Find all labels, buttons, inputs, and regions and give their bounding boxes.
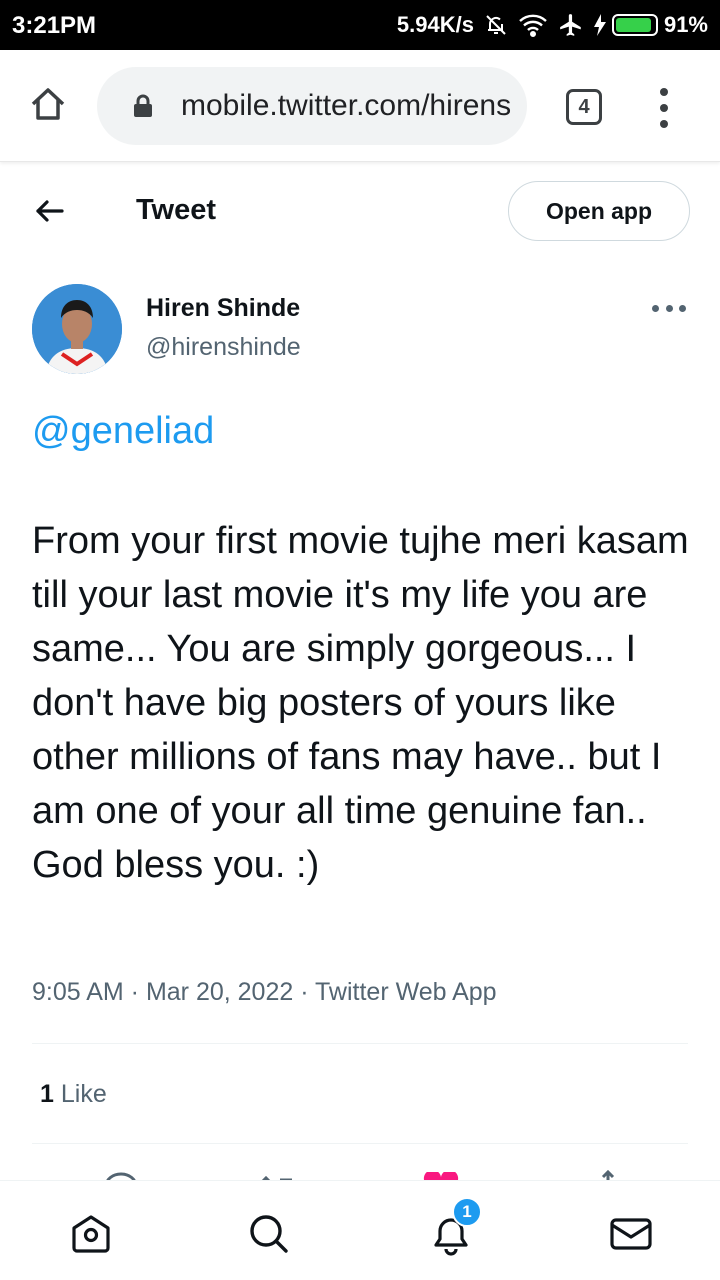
airplane-icon [558, 12, 584, 38]
url-bar[interactable]: mobile.twitter.com/hirenshinde [97, 67, 527, 145]
search-icon [250, 1215, 288, 1253]
like-count-link[interactable]: 1 Like [40, 1080, 107, 1109]
divider [32, 1143, 688, 1144]
nav-search[interactable] [246, 1211, 292, 1257]
browser-menu-button[interactable] [656, 88, 672, 128]
bottom-navigation: 1 [0, 1180, 720, 1280]
status-bar: 3:21PM 5.94K/s 91% [0, 0, 720, 50]
network-speed: 5.94K/s [396, 12, 474, 37]
wifi-icon [518, 13, 548, 37]
battery-percent: 91% [663, 12, 708, 37]
battery-fill [615, 18, 651, 32]
tab-switcher-button[interactable]: 4 [566, 89, 602, 125]
nav-messages[interactable] [608, 1211, 654, 1257]
nav-home[interactable] [68, 1211, 114, 1257]
avatar[interactable] [32, 284, 122, 374]
status-icons: 5.94K/s 91% [397, 10, 708, 40]
divider [32, 1043, 688, 1044]
profile-photo [32, 284, 122, 374]
mute-bell-icon [484, 13, 508, 37]
home-icon [72, 1215, 110, 1253]
battery-icon: 91% [593, 12, 708, 38]
like-count: 1 [40, 1080, 54, 1108]
mail-icon [610, 1218, 652, 1250]
mention-link[interactable]: @geneliad [32, 410, 214, 453]
page-title: Tweet [136, 194, 217, 226]
tweet-timestamp: 9:05 AM · Mar 20, 2022 · Twitter Web App [32, 978, 497, 1006]
battery-shell [611, 14, 658, 36]
lock-icon [134, 94, 152, 117]
like-label: Like [60, 1080, 107, 1108]
status-time: 3:21PM [12, 12, 97, 39]
tweet-text: From your first movie tujhe meri kasam t… [32, 520, 689, 886]
back-button[interactable] [32, 193, 68, 229]
home-button[interactable] [28, 84, 68, 124]
more-options-button[interactable] [652, 300, 686, 316]
arrow-left-icon [36, 200, 64, 222]
url-text: mobile.twitter.com/hirenshinde [181, 89, 511, 122]
author-handle[interactable]: @hirenshinde [146, 333, 301, 362]
house-icon [31, 88, 65, 120]
open-app-button[interactable]: Open app [508, 181, 690, 241]
author-name[interactable]: Hiren Shinde [146, 294, 300, 323]
notification-badge: 1 [452, 1197, 482, 1227]
browser-toolbar: mobile.twitter.com/hirenshinde [0, 50, 720, 162]
charging-icon [593, 14, 606, 36]
